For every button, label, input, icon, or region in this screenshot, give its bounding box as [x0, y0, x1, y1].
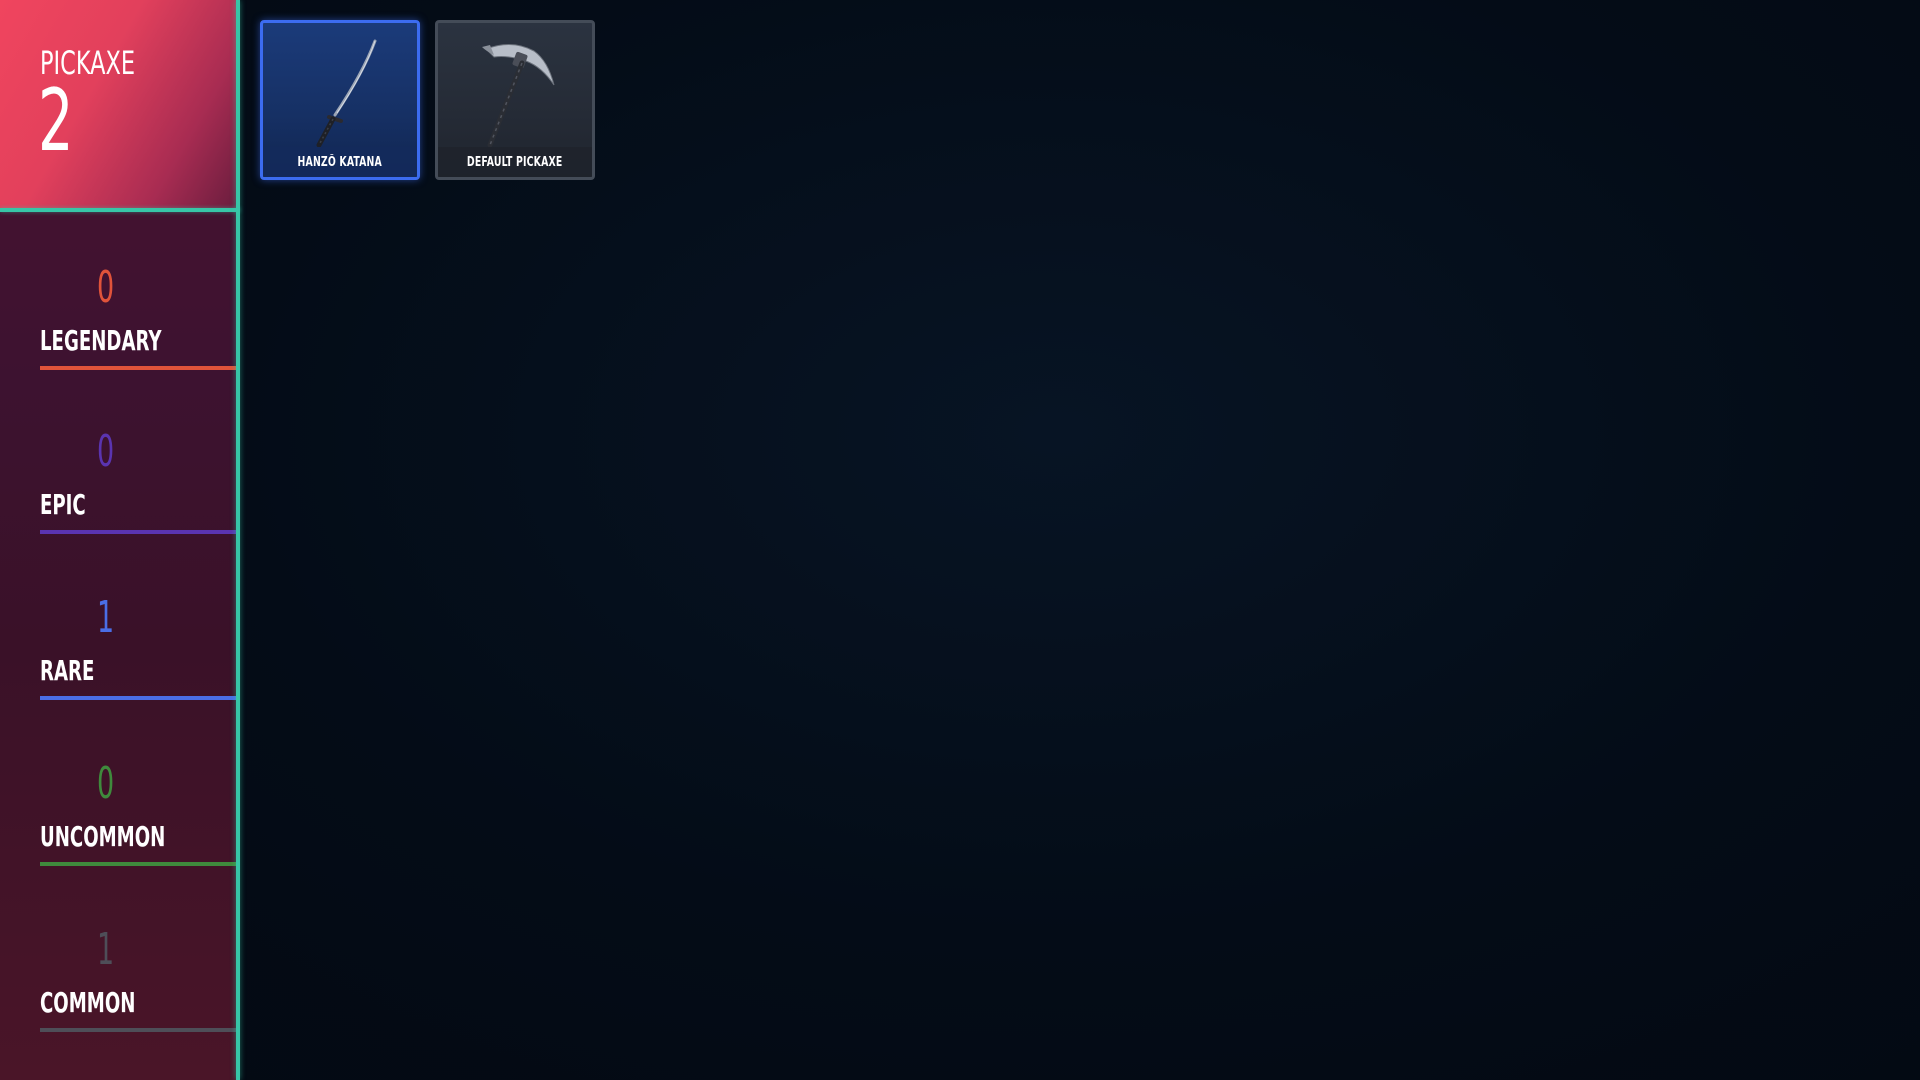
- pickaxe-icon: [482, 44, 555, 147]
- rarity-legendary[interactable]: 0 LEGENDARY: [40, 266, 236, 396]
- rarity-bar: [40, 530, 236, 534]
- rarity-label: LEGENDARY: [40, 324, 162, 357]
- rarity-epic[interactable]: 0 EPIC: [40, 430, 236, 560]
- rarity-count: 1: [97, 592, 115, 643]
- item-name-bar: DEFAULT PICKAXE: [438, 147, 592, 177]
- item-tile-hanzo-katana[interactable]: HANZŌ KATANA: [260, 20, 420, 180]
- category-header: PICKAXE 2: [0, 0, 236, 208]
- rarity-bar: [40, 1028, 236, 1032]
- item-tile-default-pickaxe[interactable]: DEFAULT PICKAXE: [435, 20, 595, 180]
- rarity-count: 0: [97, 758, 115, 809]
- sidebar-edge-line: [236, 0, 240, 1080]
- rarity-rare[interactable]: 1 RARE: [40, 596, 236, 726]
- rarity-label: UNCOMMON: [40, 820, 166, 853]
- rarity-count: 1: [97, 924, 115, 975]
- katana-icon: [316, 39, 377, 147]
- rarity-bar: [40, 366, 236, 370]
- rarity-label: EPIC: [40, 488, 86, 521]
- category-count: 2: [38, 71, 74, 171]
- rarity-uncommon[interactable]: 0 UNCOMMON: [40, 762, 236, 892]
- item-name: HANZŌ KATANA: [297, 154, 383, 170]
- rarity-common[interactable]: 1 COMMON: [40, 928, 236, 1058]
- locker-page: PICKAXE 2 0 LEGENDARY 0 EPIC 1 RARE 0 UN…: [0, 0, 1920, 1080]
- rarity-label: RARE: [40, 654, 95, 687]
- rarity-count: 0: [97, 262, 115, 313]
- rarity-count: 0: [97, 426, 115, 477]
- rarity-bar: [40, 696, 236, 700]
- rarity-label: COMMON: [40, 986, 136, 1019]
- item-name-bar: HANZŌ KATANA: [263, 147, 417, 177]
- item-name: DEFAULT PICKAXE: [467, 154, 563, 170]
- rarity-bar: [40, 862, 236, 866]
- rarity-sidebar: PICKAXE 2 0 LEGENDARY 0 EPIC 1 RARE 0 UN…: [0, 0, 236, 1080]
- header-divider: [0, 208, 240, 212]
